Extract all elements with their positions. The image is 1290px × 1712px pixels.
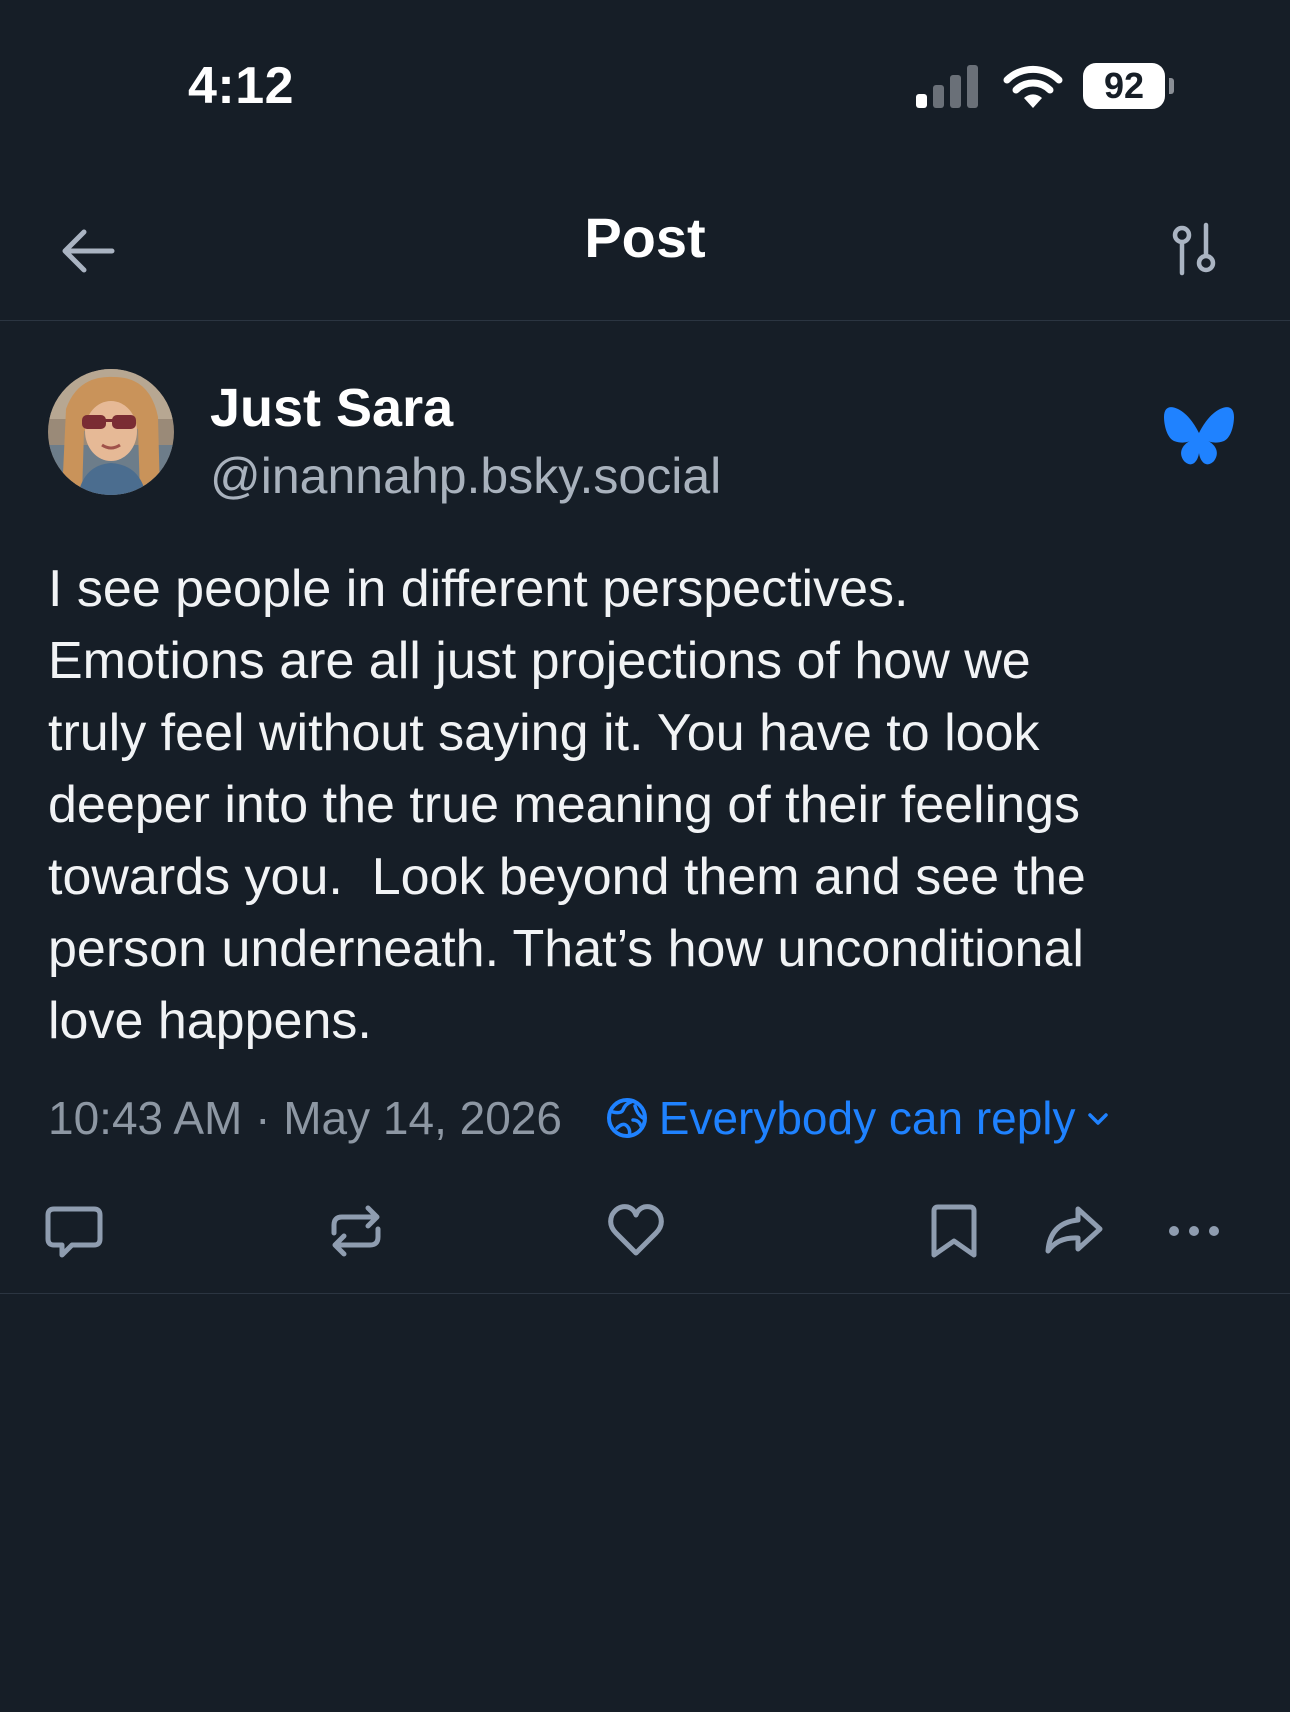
post: Just Sara @inannahp.bsky.social I see pe… (0, 321, 1290, 1294)
post-text: I see people in different perspectives. … (48, 560, 1086, 1050)
status-bar: 4:12 92 (0, 0, 1290, 150)
post-timestamp: 10:43 AM · May 14, 2026 (48, 1092, 562, 1144)
like-button[interactable] (604, 1199, 668, 1263)
avatar-image (48, 369, 174, 495)
cellular-signal-icon (916, 65, 978, 108)
repost-button[interactable] (324, 1199, 388, 1263)
battery-level: 92 (1103, 65, 1145, 106)
chevron-down-icon (1087, 1113, 1108, 1125)
bluesky-butterfly-icon (1164, 407, 1234, 465)
author-handle[interactable]: @inannahp.bsky.social (210, 447, 721, 505)
bookmark-icon (931, 1204, 977, 1258)
post-actions (0, 1183, 1290, 1273)
more-options-button[interactable] (1162, 1199, 1226, 1263)
share-button[interactable] (1042, 1199, 1106, 1263)
reply-icon (45, 1206, 103, 1258)
reply-button[interactable] (42, 1199, 106, 1263)
reply-settings-button[interactable]: Everybody can reply (605, 1083, 1112, 1153)
battery-indicator: 92 (1083, 63, 1175, 109)
wifi-icon (1003, 65, 1063, 108)
share-icon (1045, 1206, 1103, 1254)
avatar[interactable] (48, 369, 174, 495)
reply-settings-label: Everybody can reply (658, 1092, 1076, 1144)
author-name[interactable]: Just Sara (210, 377, 453, 439)
heart-icon (608, 1204, 664, 1256)
bookmark-button[interactable] (922, 1199, 986, 1263)
status-time: 4:12 (188, 57, 295, 115)
header: Post (0, 175, 1290, 321)
globe-icon (606, 1098, 647, 1138)
repost-icon (331, 1205, 381, 1257)
thread-settings-icon[interactable] (1162, 217, 1226, 281)
more-icon (1169, 1226, 1219, 1236)
post-meta: 10:43 AM · May 14, 2026 Everybody can re… (48, 1083, 1112, 1153)
page-title: Post (584, 206, 706, 269)
battery-cap (1169, 78, 1174, 94)
